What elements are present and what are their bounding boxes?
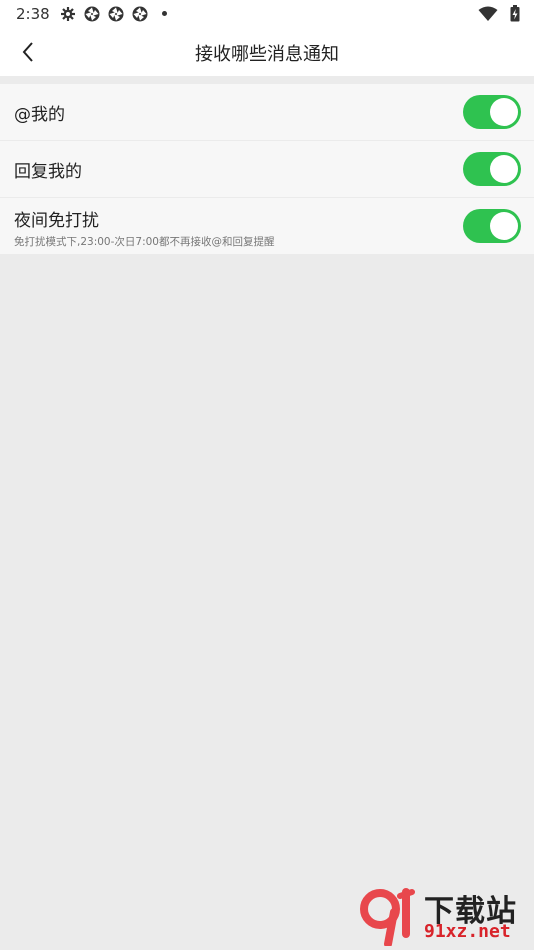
toggle-knob [490,212,518,240]
setting-description: 免打扰模式下,23:00-次日7:00都不再接收@和回复提醒 [14,236,275,248]
setting-label: 夜间免打扰 [14,211,99,231]
settings-list: @我的 回复我的 夜间免打扰 免打扰模式下,23:00-次日7:00都不再接收@… [0,84,534,254]
header-bar: 接收哪些消息通知 [0,28,534,76]
setting-label: @我的 [14,105,65,125]
more-notifications-dot [162,11,167,16]
setting-row-mentions: @我的 [0,84,534,141]
replies-toggle[interactable] [463,152,521,186]
battery-icon [510,5,520,22]
toggle-knob [490,98,518,126]
do-not-disturb-toggle[interactable] [463,209,521,243]
wifi-icon [478,6,498,21]
watermark-logo-icon [360,888,415,946]
page-title: 接收哪些消息通知 [195,44,339,65]
toggle-knob [490,155,518,183]
settings-notification-icon [61,7,75,21]
aperture-notification-icon [84,6,100,22]
aperture-notification-icon [108,6,124,22]
status-time: 2:38 [16,5,50,23]
setting-row-replies: 回复我的 [0,141,534,198]
watermark-domain: 91xz.net [424,921,511,942]
setting-label: 回复我的 [14,162,82,182]
status-bar: 2:38 [0,0,534,28]
mentions-toggle[interactable] [463,95,521,129]
watermark: 下载站 91xz.net [360,886,532,948]
setting-row-do-not-disturb: 夜间免打扰 免打扰模式下,23:00-次日7:00都不再接收@和回复提醒 [0,198,534,254]
aperture-notification-icon [132,6,148,22]
